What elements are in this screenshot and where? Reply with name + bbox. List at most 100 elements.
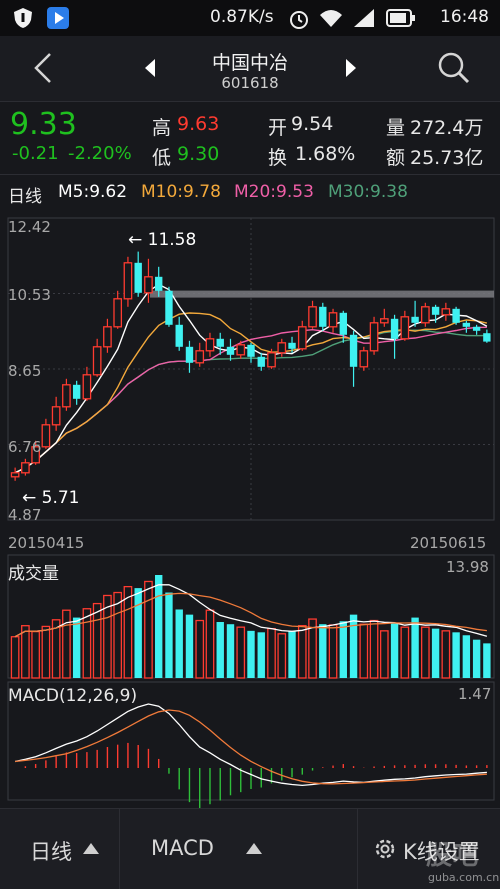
volume-bar	[390, 623, 399, 678]
volume-bar	[431, 628, 440, 678]
volume-bar	[288, 630, 296, 678]
volume-bar	[236, 626, 246, 679]
volume-bar	[400, 626, 410, 679]
tab-period[interactable]: 日线	[0, 809, 120, 889]
volume-bar	[82, 608, 92, 679]
volume-bar	[144, 580, 153, 679]
candle-body	[21, 462, 30, 474]
candle-body	[41, 424, 51, 448]
price-axis-label: 10.53	[8, 286, 51, 304]
candle-body	[10, 472, 20, 478]
candle-body	[339, 312, 347, 335]
candle-body	[277, 342, 287, 354]
candle-body	[205, 338, 215, 352]
volume-bar	[411, 617, 419, 678]
volume-bar	[483, 643, 491, 678]
price-axis-label: 8.65	[8, 362, 42, 380]
volume-bar	[379, 630, 389, 679]
triangle-up-icon	[82, 841, 100, 855]
volume-bar	[92, 602, 102, 679]
triangle-up-icon	[245, 841, 263, 855]
volume-bar	[277, 633, 287, 679]
candle-body	[420, 306, 430, 324]
candle-body	[431, 306, 440, 315]
volume-bar	[31, 630, 40, 679]
watermark-url: guba.com.cn	[428, 871, 500, 884]
candle-body	[113, 298, 123, 328]
volume-bar	[216, 622, 224, 678]
candle-body	[308, 306, 317, 328]
candle-body	[51, 406, 61, 426]
candle-body	[359, 350, 369, 368]
volume-bar	[257, 632, 265, 678]
volume-max: 13.98	[446, 558, 489, 576]
volume-bar	[319, 624, 327, 678]
watermark-logo: 股吧	[426, 841, 479, 871]
candle-body	[267, 352, 276, 368]
candle-body	[297, 326, 307, 350]
volume-bar	[10, 636, 20, 679]
candle-body	[62, 384, 71, 408]
max-price-annotation: ← 11.58	[128, 230, 197, 250]
price-axis-label: 4.87	[8, 506, 42, 524]
start-date: 20150415	[8, 534, 85, 552]
tab-indicator[interactable]: MACD	[121, 809, 358, 889]
candle-body	[165, 290, 173, 325]
min-price-annotation: ← 5.71	[22, 488, 80, 508]
volume-bar	[72, 617, 81, 678]
volume-bar	[185, 614, 194, 678]
volume-bar	[205, 609, 215, 679]
bottom-bar: 日线 MACD K线设置 股吧 guba.com.cn	[0, 808, 500, 889]
volume-bar	[195, 619, 205, 679]
price-axis-label: 6.76	[8, 438, 42, 456]
volume-bar	[349, 614, 358, 678]
candle-body	[472, 326, 481, 331]
candle-body	[390, 318, 399, 339]
candle-body	[216, 338, 224, 347]
candle-body	[123, 262, 133, 300]
tab-indicator-label: MACD	[151, 836, 214, 860]
candle-body	[319, 306, 327, 327]
volume-bar	[21, 625, 30, 679]
candle-body	[72, 384, 81, 399]
end-date: 20150615	[410, 534, 487, 552]
candle-body	[195, 350, 205, 364]
volume-bar	[441, 630, 451, 679]
candle-body	[82, 374, 92, 400]
candle-body	[155, 276, 163, 291]
candle-body	[483, 333, 491, 342]
volume-bar	[113, 591, 123, 679]
volume-title: 成交量	[8, 564, 59, 584]
volume-bar	[123, 585, 133, 679]
candle-body	[379, 318, 389, 324]
candle-body	[400, 316, 410, 340]
volume-bar	[267, 627, 276, 679]
volume-bar	[472, 639, 481, 678]
candle-body	[226, 346, 235, 355]
volume-bar	[420, 626, 430, 679]
candle-body	[257, 356, 265, 367]
volume-bar	[226, 624, 235, 678]
candle-body	[134, 262, 142, 293]
tab-period-label: 日线	[30, 840, 72, 864]
volume-bar	[175, 609, 183, 678]
candle-body	[411, 316, 419, 323]
candle-body	[175, 324, 183, 347]
volume-bar	[297, 625, 307, 679]
volume-bar	[339, 621, 347, 678]
volume-bar	[134, 588, 142, 678]
candle-body	[328, 312, 338, 328]
candle-body	[452, 308, 460, 323]
volume-bar	[359, 623, 369, 679]
volume-bar	[452, 632, 460, 678]
volume-bar	[328, 624, 338, 679]
macd-title: MACD(12,26,9)	[8, 686, 138, 706]
candle-body	[185, 346, 194, 363]
volume-bar	[41, 625, 51, 679]
candle-body	[236, 344, 246, 356]
volume-bar	[247, 630, 255, 678]
volume-bar	[369, 619, 379, 679]
candle-body	[349, 334, 358, 367]
volume-bar	[155, 575, 163, 678]
candle-body	[288, 342, 296, 349]
